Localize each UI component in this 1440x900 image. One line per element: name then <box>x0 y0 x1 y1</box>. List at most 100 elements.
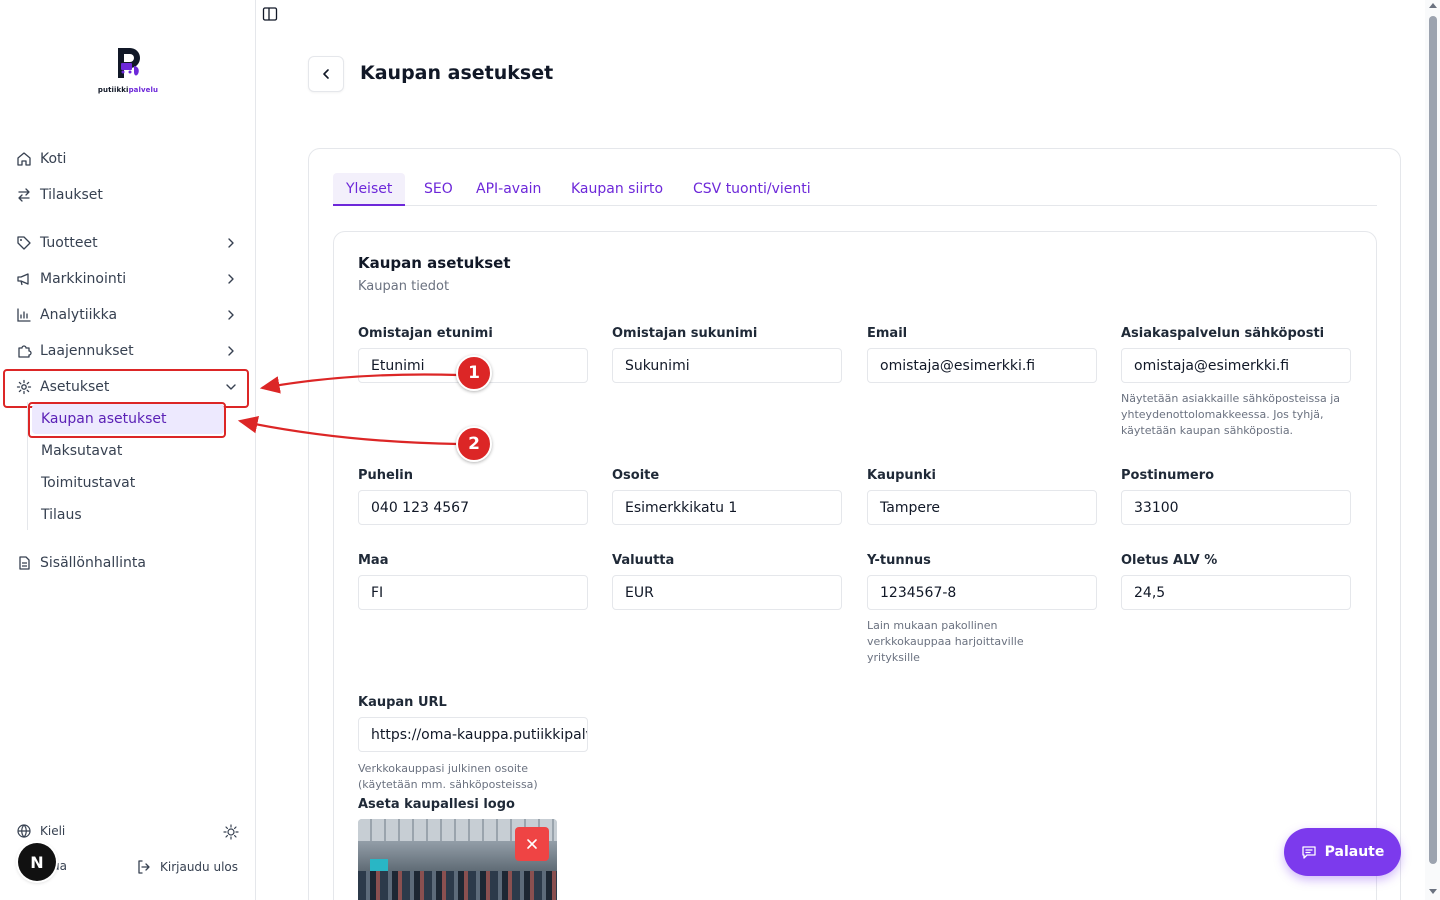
sidebar-item-label: Tilaukset <box>40 187 103 203</box>
tab-yleiset[interactable]: Yleiset <box>333 173 406 206</box>
logout-button[interactable]: Kirjaudu ulos <box>136 859 238 875</box>
store-settings-section: Kaupan asetukset Kaupan tiedot Omistajan… <box>333 231 1377 900</box>
panel-toggle-icon[interactable] <box>262 6 278 22</box>
page-scrollbar[interactable] <box>1425 0 1440 900</box>
vat-input[interactable]: 24,5 <box>1121 575 1351 610</box>
last-name-field: Omistajan sukunimi Sukunimi <box>612 326 842 383</box>
sidebar-footer: Kieli ua N Kirjaudu ulos <box>0 815 256 895</box>
city-field: Kaupunki Tampere <box>867 468 1097 525</box>
chevron-right-icon <box>228 346 234 356</box>
file-icon <box>19 556 30 570</box>
logo-image-racks <box>358 871 557 900</box>
support-email-input[interactable]: omistaja@esimerkki.fi <box>1121 348 1351 383</box>
sidebar-item-tilaukset[interactable]: Tilaukset <box>8 178 248 212</box>
message-icon <box>1301 846 1316 859</box>
submenu-divider <box>27 402 28 530</box>
address-input[interactable]: Esimerkkikatu 1 <box>612 490 842 525</box>
country-field: Maa FI <box>358 553 588 610</box>
support-email-help: Näytetään asiakkaille sähköposteissa ja … <box>1121 392 1341 437</box>
chart-icon <box>17 308 31 322</box>
postal-code-field: Postinumero 33100 <box>1121 468 1351 525</box>
close-icon <box>527 839 537 849</box>
avatar-letter: N <box>30 852 44 872</box>
chevron-left-icon <box>323 69 329 79</box>
chevron-down-icon <box>226 384 236 390</box>
language-label: Kieli <box>40 824 66 838</box>
brand-logo-icon <box>118 48 140 78</box>
sidebar-item-tuotteet[interactable]: Tuotteet <box>8 226 248 260</box>
home-icon <box>17 152 31 166</box>
section-subtitle: Kaupan tiedot <box>358 279 450 294</box>
sun-icon[interactable] <box>222 823 240 841</box>
city-input[interactable]: Tampere <box>867 490 1097 525</box>
vat-field: Oletus ALV % 24,5 <box>1121 553 1351 610</box>
phone-input[interactable]: 040 123 4567 <box>358 490 588 525</box>
sidebar-subitem-label: Toimitustavat <box>41 475 136 491</box>
tab-label: API-avain <box>476 181 542 197</box>
postal-code-input[interactable]: 33100 <box>1121 490 1351 525</box>
city-label: Kaupunki <box>867 468 937 483</box>
scroll-down-arrow[interactable] <box>1429 889 1437 894</box>
sidebar-subitem-tilaus[interactable]: Tilaus <box>32 500 224 530</box>
sidebar-item-analytiikka[interactable]: Analytiikka <box>8 298 248 332</box>
tag-icon <box>17 236 31 250</box>
business-id-help: Lain mukaan pakollinen verkkokauppaa har… <box>867 619 1024 664</box>
business-id-field: Y-tunnus 1234567-8 Lain mukaan pakolline… <box>867 553 1097 666</box>
business-id-label: Y-tunnus <box>867 553 931 568</box>
avatar[interactable]: N <box>18 843 56 881</box>
store-url-input[interactable]: https://oma-kauppa.putiikkipalvelu.fi <box>358 717 588 752</box>
email-field: Email omistaja@esimerkki.fi <box>867 326 1097 383</box>
sidebar-subitem-maksutavat[interactable]: Maksutavat <box>32 436 224 466</box>
feedback-label: Palaute <box>1324 844 1385 860</box>
phone-field: Puhelin 040 123 4567 <box>358 468 588 525</box>
brand-name: putiikkipalvelu <box>97 86 159 94</box>
sidebar-item-koti[interactable]: Koti <box>8 142 248 176</box>
sidebar-subitem-toimitustavat[interactable]: Toimitustavat <box>32 468 224 498</box>
tab-label: SEO <box>424 181 453 197</box>
store-url-help: Verkkokauppasi julkinen osoite (käytetää… <box>358 762 538 791</box>
brand-logo[interactable]: putiikkipalvelu <box>96 44 160 100</box>
tab-kaupan-siirto[interactable]: Kaupan siirto <box>558 173 676 205</box>
chevron-right-icon <box>228 238 234 248</box>
gear-icon <box>16 379 32 395</box>
sidebar-item-label: Sisällönhallinta <box>40 555 146 571</box>
language-selector[interactable]: Kieli <box>16 823 65 839</box>
back-button[interactable] <box>308 56 344 92</box>
feedback-button[interactable]: Palaute <box>1284 828 1401 876</box>
country-input[interactable]: FI <box>358 575 588 610</box>
sidebar-item-markkinointi[interactable]: Markkinointi <box>8 262 248 296</box>
annotation-badge-2: 2 <box>456 426 492 462</box>
sidebar-subitem-kaupan-asetukset[interactable]: Kaupan asetukset <box>32 404 224 434</box>
currency-input[interactable]: EUR <box>612 575 842 610</box>
tab-api-avain[interactable]: API-avain <box>463 173 554 205</box>
scroll-up-arrow[interactable] <box>1429 3 1437 8</box>
sidebar-item-label: Analytiikka <box>40 307 118 323</box>
tabs: Yleiset SEO API-avain Kaupan siirto CSV … <box>333 173 1377 206</box>
globe-icon <box>17 824 31 838</box>
last-name-input[interactable]: Sukunimi <box>612 348 842 383</box>
remove-logo-button[interactable] <box>515 827 549 861</box>
sidebar: putiikkipalvelu Koti Tilaukset Tuotteet … <box>0 0 256 900</box>
logout-icon <box>138 860 150 874</box>
store-logo-image[interactable] <box>358 819 557 900</box>
sidebar-item-asetukset[interactable]: Asetukset <box>8 370 248 404</box>
email-input[interactable]: omistaja@esimerkki.fi <box>867 348 1097 383</box>
chevron-right-icon <box>228 274 234 284</box>
sidebar-subitem-label: Kaupan asetukset <box>41 411 167 427</box>
business-id-input[interactable]: 1234567-8 <box>867 575 1097 610</box>
tab-seo[interactable]: SEO <box>411 173 466 205</box>
annotation-badge-1: 1 <box>456 355 492 391</box>
email-label: Email <box>867 326 908 341</box>
logout-label: Kirjaudu ulos <box>160 860 238 874</box>
tab-csv[interactable]: CSV tuonti/vienti <box>680 173 824 205</box>
sidebar-subitem-label: Maksutavat <box>41 443 123 459</box>
sidebar-item-laajennukset[interactable]: Laajennukset <box>8 334 248 368</box>
country-label: Maa <box>358 553 389 568</box>
sidebar-item-label: Markkinointi <box>40 271 127 287</box>
currency-field: Valuutta EUR <box>612 553 842 610</box>
sidebar-item-label: Koti <box>40 151 67 167</box>
scroll-thumb[interactable] <box>1429 16 1437 864</box>
store-url-label: Kaupan URL <box>358 695 447 710</box>
logo-upload-label: Aseta kaupallesi logo <box>358 797 515 812</box>
sidebar-item-sisallonhallinta[interactable]: Sisällönhallinta <box>8 546 248 580</box>
